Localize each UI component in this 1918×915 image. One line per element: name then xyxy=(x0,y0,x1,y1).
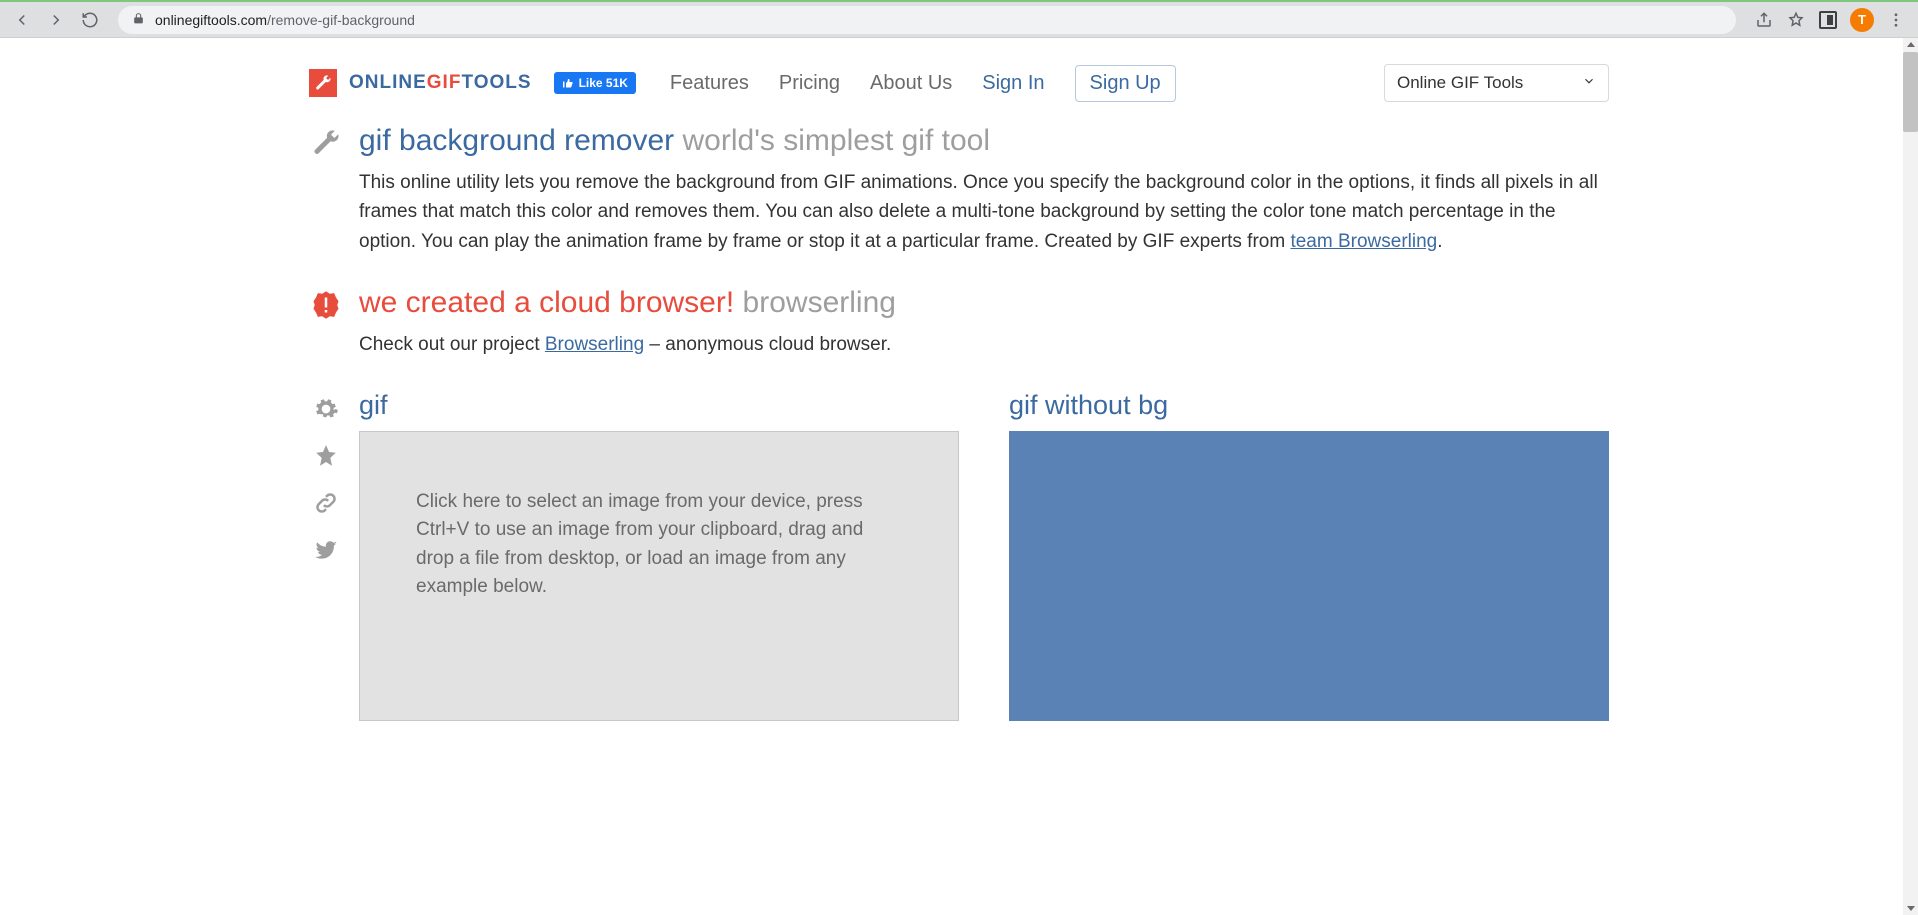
chevron-down-icon xyxy=(1582,73,1596,93)
tool-selector-label: Online GIF Tools xyxy=(1397,73,1523,93)
facebook-like-button[interactable]: Like 51K xyxy=(554,72,636,94)
promo-title-sub: browserling xyxy=(743,286,896,319)
lock-icon xyxy=(132,12,145,28)
tool-selector-dropdown[interactable]: Online GIF Tools xyxy=(1384,64,1609,102)
nav-features[interactable]: Features xyxy=(670,72,749,95)
address-bar[interactable]: onlinegiftools.com/remove-gif-background xyxy=(118,6,1736,34)
wrench-icon xyxy=(309,69,337,97)
promo-text-pre: Check out our project xyxy=(359,334,545,355)
intro-text-post: . xyxy=(1437,231,1442,252)
url-path: /remove-gif-background xyxy=(267,12,415,28)
avatar-letter: T xyxy=(1858,12,1866,27)
vertical-scrollbar[interactable] xyxy=(1903,38,1918,915)
alert-badge-icon xyxy=(311,290,341,325)
scroll-down-arrow-icon[interactable] xyxy=(1903,901,1918,915)
reload-icon[interactable] xyxy=(76,6,104,34)
page-title-main: gif background remover xyxy=(359,124,674,157)
site-header: ONLINEGIFTOOLS Like 51K Features Pricing… xyxy=(309,58,1609,124)
site-logo[interactable]: ONLINEGIFTOOLS xyxy=(309,69,532,97)
promo-paragraph: Check out our project Browserling – anon… xyxy=(359,330,1609,359)
logo-text-online: ONLINE xyxy=(349,72,427,93)
url-host: onlinegiftools.com xyxy=(155,12,267,28)
promo-text-post: – anonymous cloud browser. xyxy=(644,334,891,355)
dropzone-text: Click here to select an image from your … xyxy=(416,491,863,598)
logo-text-tools: TOOLS xyxy=(461,72,531,93)
logo-text-gif: GIF xyxy=(427,72,462,93)
scrollbar-thumb[interactable] xyxy=(1903,52,1918,132)
back-icon[interactable] xyxy=(8,6,36,34)
link-icon[interactable] xyxy=(313,490,339,521)
page-title-sub: world's simplest gif tool xyxy=(683,124,991,157)
extensions-icon[interactable] xyxy=(1814,6,1842,34)
profile-avatar[interactable]: T xyxy=(1850,8,1874,32)
kebab-menu-icon[interactable] xyxy=(1882,6,1910,34)
intro-paragraph: This online utility lets you remove the … xyxy=(359,168,1609,256)
scroll-up-arrow-icon[interactable] xyxy=(1903,38,1918,52)
output-panel-title: gif without bg xyxy=(1009,390,1609,421)
twitter-icon[interactable] xyxy=(313,537,339,568)
promo-title-main: we created a cloud browser! xyxy=(359,286,734,319)
promo-title: we created a cloud browser! browserling xyxy=(359,286,1609,320)
gif-dropzone[interactable]: Click here to select an image from your … xyxy=(359,431,959,721)
wrench-icon xyxy=(311,128,341,163)
gif-output-panel xyxy=(1009,431,1609,721)
browser-toolbar: onlinegiftools.com/remove-gif-background… xyxy=(0,2,1918,38)
team-browserling-link[interactable]: team Browserling xyxy=(1290,231,1437,252)
page-title: gif background remover world's simplest … xyxy=(359,124,1609,158)
nav-signup[interactable]: Sign Up xyxy=(1075,65,1176,102)
nav-signin[interactable]: Sign In xyxy=(982,72,1044,95)
nav-about[interactable]: About Us xyxy=(870,72,952,95)
forward-icon[interactable] xyxy=(42,6,70,34)
nav-pricing[interactable]: Pricing xyxy=(779,72,840,95)
input-panel-title: gif xyxy=(359,390,959,421)
gear-icon[interactable] xyxy=(313,396,339,427)
facebook-like-label: Like 51K xyxy=(579,76,628,90)
share-icon[interactable] xyxy=(1750,6,1778,34)
bookmark-star-icon[interactable] xyxy=(1782,6,1810,34)
browserling-link[interactable]: Browserling xyxy=(545,334,644,355)
star-icon[interactable] xyxy=(313,443,339,474)
